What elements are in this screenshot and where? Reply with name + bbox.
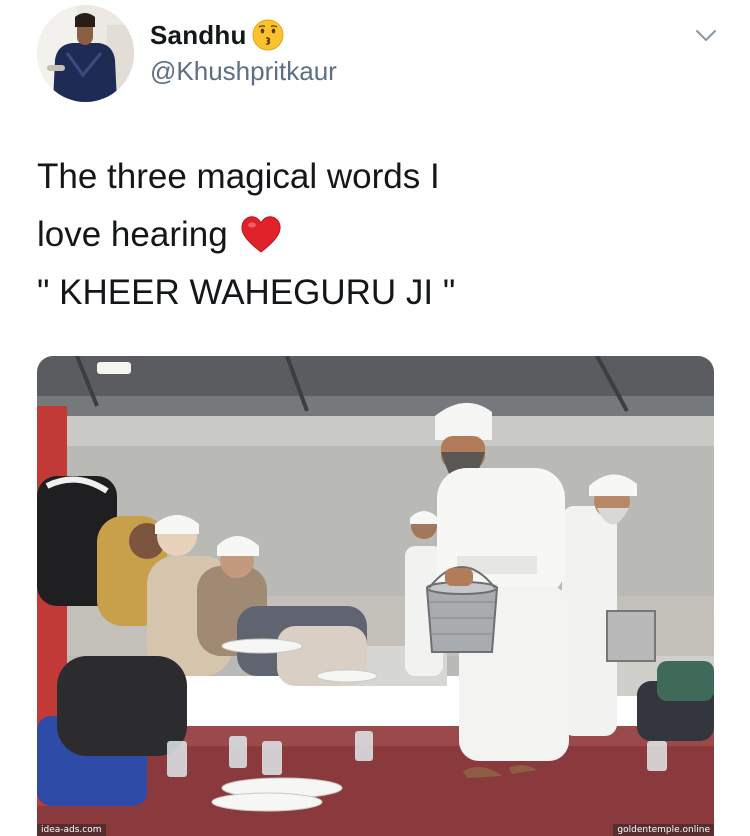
kissing-face-icon: [251, 18, 285, 52]
tweet-text-line: " KHEER WAHEGURU JI ": [37, 264, 717, 322]
watermark-left: idea-ads.com: [37, 824, 106, 836]
watermark-right: goldentemple.online: [613, 824, 714, 836]
tweet-text: The three magical words I love hearing "…: [37, 148, 717, 322]
avatar-photo: [37, 5, 134, 102]
display-name[interactable]: Sandhu: [150, 20, 247, 51]
tweet-text-line-2: love hearing: [37, 215, 228, 254]
author-handle[interactable]: @Khushpritkaur: [150, 56, 337, 87]
tweet-photo[interactable]: idea-ads.com goldentemple.online: [37, 356, 714, 836]
red-heart-icon: [240, 215, 282, 255]
tweet-text-line: The three magical words I: [37, 148, 717, 206]
langar-photo: [37, 356, 714, 836]
tweet-text-line-1: The three magical words I: [37, 157, 440, 196]
chevron-down-icon[interactable]: [693, 22, 719, 48]
avatar[interactable]: [37, 5, 134, 102]
author-name-row[interactable]: Sandhu: [150, 17, 285, 53]
tweet-text-line: love hearing: [37, 206, 717, 264]
tweet-text-line-3: " KHEER WAHEGURU JI ": [37, 273, 456, 312]
